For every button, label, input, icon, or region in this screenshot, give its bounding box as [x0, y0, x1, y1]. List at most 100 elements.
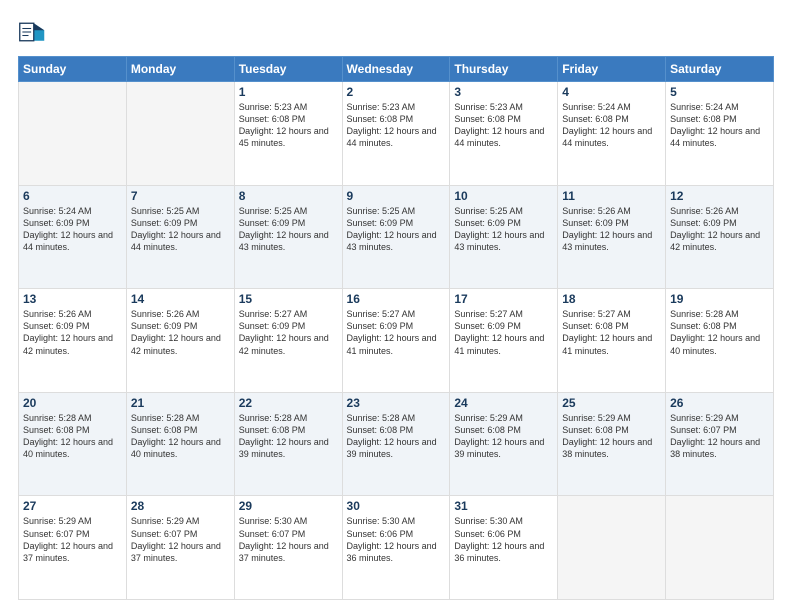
day-info: Sunrise: 5:30 AM Sunset: 6:06 PM Dayligh… — [347, 515, 446, 564]
calendar-week-4: 20Sunrise: 5:28 AM Sunset: 6:08 PM Dayli… — [19, 392, 774, 496]
day-info: Sunrise: 5:25 AM Sunset: 6:09 PM Dayligh… — [454, 205, 553, 254]
calendar-day: 25 Sunrise: 5:29 AM Sunset: 6:08 PM Dayli… — [558, 392, 666, 496]
calendar-day: 4 Sunrise: 5:24 AM Sunset: 6:08 PM Daylig… — [558, 82, 666, 186]
day-number: 13 — [23, 292, 122, 306]
day-number: 30 — [347, 499, 446, 513]
calendar-day — [19, 82, 127, 186]
day-info: Sunrise: 5:25 AM Sunset: 6:09 PM Dayligh… — [347, 205, 446, 254]
day-number: 27 — [23, 499, 122, 513]
col-tuesday: Tuesday — [234, 57, 342, 82]
day-info: Sunrise: 5:24 AM Sunset: 6:08 PM Dayligh… — [562, 101, 661, 150]
day-info: Sunrise: 5:27 AM Sunset: 6:09 PM Dayligh… — [239, 308, 338, 357]
calendar-day: 27 Sunrise: 5:29 AM Sunset: 6:07 PM Dayli… — [19, 496, 127, 600]
calendar-day: 18 Sunrise: 5:27 AM Sunset: 6:08 PM Dayli… — [558, 289, 666, 393]
day-info: Sunrise: 5:28 AM Sunset: 6:08 PM Dayligh… — [131, 412, 230, 461]
calendar-day: 30 Sunrise: 5:30 AM Sunset: 6:06 PM Dayli… — [342, 496, 450, 600]
calendar-day: 23 Sunrise: 5:28 AM Sunset: 6:08 PM Dayli… — [342, 392, 450, 496]
day-number: 4 — [562, 85, 661, 99]
day-number: 25 — [562, 396, 661, 410]
day-number: 5 — [670, 85, 769, 99]
logo — [18, 18, 50, 46]
day-info: Sunrise: 5:24 AM Sunset: 6:09 PM Dayligh… — [23, 205, 122, 254]
day-number: 23 — [347, 396, 446, 410]
day-number: 22 — [239, 396, 338, 410]
day-info: Sunrise: 5:25 AM Sunset: 6:09 PM Dayligh… — [239, 205, 338, 254]
day-number: 12 — [670, 189, 769, 203]
day-number: 19 — [670, 292, 769, 306]
calendar-day: 5 Sunrise: 5:24 AM Sunset: 6:08 PM Daylig… — [666, 82, 774, 186]
day-info: Sunrise: 5:24 AM Sunset: 6:08 PM Dayligh… — [670, 101, 769, 150]
calendar-week-5: 27 Sunrise: 5:29 AM Sunset: 6:07 PM Dayli… — [19, 496, 774, 600]
calendar-table: Sunday Monday Tuesday Wednesday Thursday… — [18, 56, 774, 600]
calendar-day: 29Sunrise: 5:30 AM Sunset: 6:07 PM Dayli… — [234, 496, 342, 600]
calendar-day: 9 Sunrise: 5:25 AM Sunset: 6:09 PM Daylig… — [342, 185, 450, 289]
day-number: 2 — [347, 85, 446, 99]
day-info: Sunrise: 5:28 AM Sunset: 6:08 PM Dayligh… — [670, 308, 769, 357]
day-number: 8 — [239, 189, 338, 203]
calendar-week-3: 13 Sunrise: 5:26 AM Sunset: 6:09 PM Dayli… — [19, 289, 774, 393]
day-info: Sunrise: 5:23 AM Sunset: 6:08 PM Dayligh… — [454, 101, 553, 150]
day-number: 28 — [131, 499, 230, 513]
calendar-day: 21 Sunrise: 5:28 AM Sunset: 6:08 PM Dayli… — [126, 392, 234, 496]
calendar-day — [126, 82, 234, 186]
col-wednesday: Wednesday — [342, 57, 450, 82]
day-number: 17 — [454, 292, 553, 306]
calendar-day: 16Sunrise: 5:27 AM Sunset: 6:09 PM Dayli… — [342, 289, 450, 393]
calendar-day — [666, 496, 774, 600]
day-number: 29 — [239, 499, 338, 513]
day-info: Sunrise: 5:23 AM Sunset: 6:08 PM Dayligh… — [239, 101, 338, 150]
calendar-day: 15Sunrise: 5:27 AM Sunset: 6:09 PM Dayli… — [234, 289, 342, 393]
logo-icon — [18, 18, 46, 46]
col-monday: Monday — [126, 57, 234, 82]
day-info: Sunrise: 5:26 AM Sunset: 6:09 PM Dayligh… — [670, 205, 769, 254]
calendar-day: 24Sunrise: 5:29 AM Sunset: 6:08 PM Dayli… — [450, 392, 558, 496]
day-number: 3 — [454, 85, 553, 99]
day-info: Sunrise: 5:26 AM Sunset: 6:09 PM Dayligh… — [131, 308, 230, 357]
day-info: Sunrise: 5:27 AM Sunset: 6:09 PM Dayligh… — [454, 308, 553, 357]
calendar-day: 31Sunrise: 5:30 AM Sunset: 6:06 PM Dayli… — [450, 496, 558, 600]
calendar-day: 13 Sunrise: 5:26 AM Sunset: 6:09 PM Dayli… — [19, 289, 127, 393]
day-info: Sunrise: 5:25 AM Sunset: 6:09 PM Dayligh… — [131, 205, 230, 254]
calendar-day: 22 Sunrise: 5:28 AM Sunset: 6:08 PM Dayli… — [234, 392, 342, 496]
calendar-day: 10 Sunrise: 5:25 AM Sunset: 6:09 PM Dayli… — [450, 185, 558, 289]
calendar-day: 12 Sunrise: 5:26 AM Sunset: 6:09 PM Dayli… — [666, 185, 774, 289]
day-number: 16 — [347, 292, 446, 306]
calendar-day: 20Sunrise: 5:28 AM Sunset: 6:08 PM Dayli… — [19, 392, 127, 496]
day-number: 26 — [670, 396, 769, 410]
day-info: Sunrise: 5:28 AM Sunset: 6:08 PM Dayligh… — [23, 412, 122, 461]
day-info: Sunrise: 5:28 AM Sunset: 6:08 PM Dayligh… — [347, 412, 446, 461]
calendar-day — [558, 496, 666, 600]
day-info: Sunrise: 5:29 AM Sunset: 6:08 PM Dayligh… — [454, 412, 553, 461]
day-number: 18 — [562, 292, 661, 306]
calendar-week-2: 6Sunrise: 5:24 AM Sunset: 6:09 PM Daylig… — [19, 185, 774, 289]
calendar-day: 19 Sunrise: 5:28 AM Sunset: 6:08 PM Dayli… — [666, 289, 774, 393]
day-info: Sunrise: 5:29 AM Sunset: 6:07 PM Dayligh… — [670, 412, 769, 461]
calendar-day: 1 Sunrise: 5:23 AM Sunset: 6:08 PM Daylig… — [234, 82, 342, 186]
day-info: Sunrise: 5:29 AM Sunset: 6:07 PM Dayligh… — [23, 515, 122, 564]
day-info: Sunrise: 5:29 AM Sunset: 6:08 PM Dayligh… — [562, 412, 661, 461]
day-number: 1 — [239, 85, 338, 99]
day-info: Sunrise: 5:29 AM Sunset: 6:07 PM Dayligh… — [131, 515, 230, 564]
calendar-day: 3 Sunrise: 5:23 AM Sunset: 6:08 PM Daylig… — [450, 82, 558, 186]
col-saturday: Saturday — [666, 57, 774, 82]
day-info: Sunrise: 5:28 AM Sunset: 6:08 PM Dayligh… — [239, 412, 338, 461]
day-number: 7 — [131, 189, 230, 203]
col-friday: Friday — [558, 57, 666, 82]
calendar-day: 26 Sunrise: 5:29 AM Sunset: 6:07 PM Dayli… — [666, 392, 774, 496]
calendar-day: 14Sunrise: 5:26 AM Sunset: 6:09 PM Dayli… — [126, 289, 234, 393]
day-number: 21 — [131, 396, 230, 410]
calendar-day: 8 Sunrise: 5:25 AM Sunset: 6:09 PM Daylig… — [234, 185, 342, 289]
col-sunday: Sunday — [19, 57, 127, 82]
day-number: 10 — [454, 189, 553, 203]
day-number: 31 — [454, 499, 553, 513]
calendar-week-1: 1 Sunrise: 5:23 AM Sunset: 6:08 PM Daylig… — [19, 82, 774, 186]
day-info: Sunrise: 5:26 AM Sunset: 6:09 PM Dayligh… — [562, 205, 661, 254]
day-info: Sunrise: 5:27 AM Sunset: 6:08 PM Dayligh… — [562, 308, 661, 357]
calendar-day: 11Sunrise: 5:26 AM Sunset: 6:09 PM Dayli… — [558, 185, 666, 289]
header-row: Sunday Monday Tuesday Wednesday Thursday… — [19, 57, 774, 82]
page: Sunday Monday Tuesday Wednesday Thursday… — [0, 0, 792, 612]
day-info: Sunrise: 5:23 AM Sunset: 6:08 PM Dayligh… — [347, 101, 446, 150]
day-number: 9 — [347, 189, 446, 203]
calendar-day: 28 Sunrise: 5:29 AM Sunset: 6:07 PM Dayli… — [126, 496, 234, 600]
day-info: Sunrise: 5:26 AM Sunset: 6:09 PM Dayligh… — [23, 308, 122, 357]
